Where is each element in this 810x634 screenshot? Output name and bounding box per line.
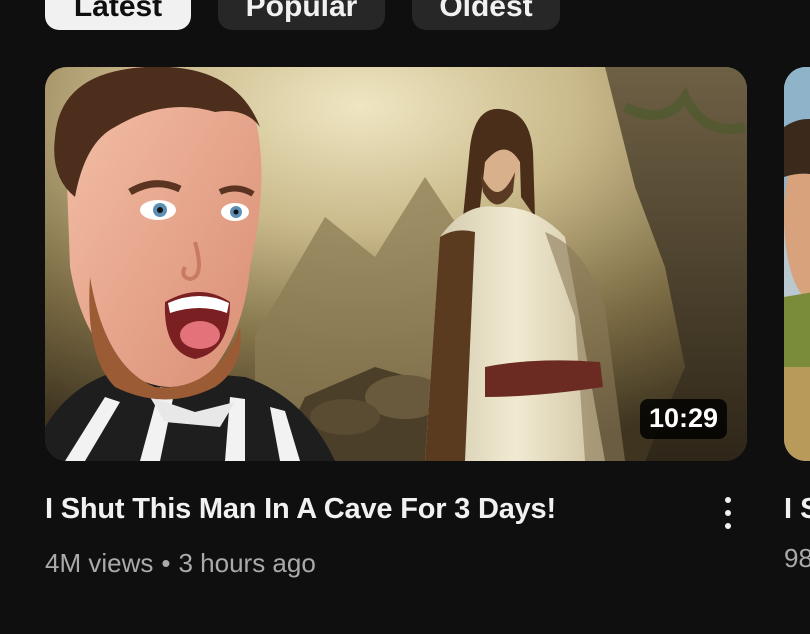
- more-dot: [725, 523, 731, 529]
- next-video-title[interactable]: I S: [784, 493, 810, 526]
- more-dot: [725, 497, 731, 503]
- duration-badge: 10:29: [639, 399, 727, 439]
- filter-chips: Latest Popular Oldest: [45, 0, 560, 30]
- upload-age: 3 hours ago: [178, 548, 316, 578]
- more-dot: [725, 510, 731, 516]
- next-video-card[interactable]: I S 98: [784, 67, 810, 574]
- video-card[interactable]: 10:29 I Shut This Man In A Cave For 3 Da…: [45, 67, 747, 603]
- chip-oldest[interactable]: Oldest: [412, 0, 560, 30]
- video-title[interactable]: I Shut This Man In A Cave For 3 Days!: [45, 493, 556, 526]
- more-vert-icon[interactable]: [713, 493, 743, 533]
- video-meta: I Shut This Man In A Cave For 3 Days! 4M…: [45, 493, 747, 603]
- video-subline: 4M views • 3 hours ago: [45, 548, 316, 579]
- video-thumbnail[interactable]: 10:29: [45, 67, 747, 461]
- view-count: 4M views: [45, 548, 154, 578]
- next-thumbnail-image: [784, 67, 810, 461]
- channel-videos-page: Latest Popular Oldest 10:29 I Shut This …: [0, 0, 810, 634]
- chip-latest[interactable]: Latest: [45, 0, 191, 30]
- next-video-thumbnail[interactable]: [784, 67, 810, 461]
- next-video-subline: 98: [784, 543, 810, 573]
- chip-popular[interactable]: Popular: [218, 0, 385, 30]
- meta-separator: •: [161, 548, 171, 578]
